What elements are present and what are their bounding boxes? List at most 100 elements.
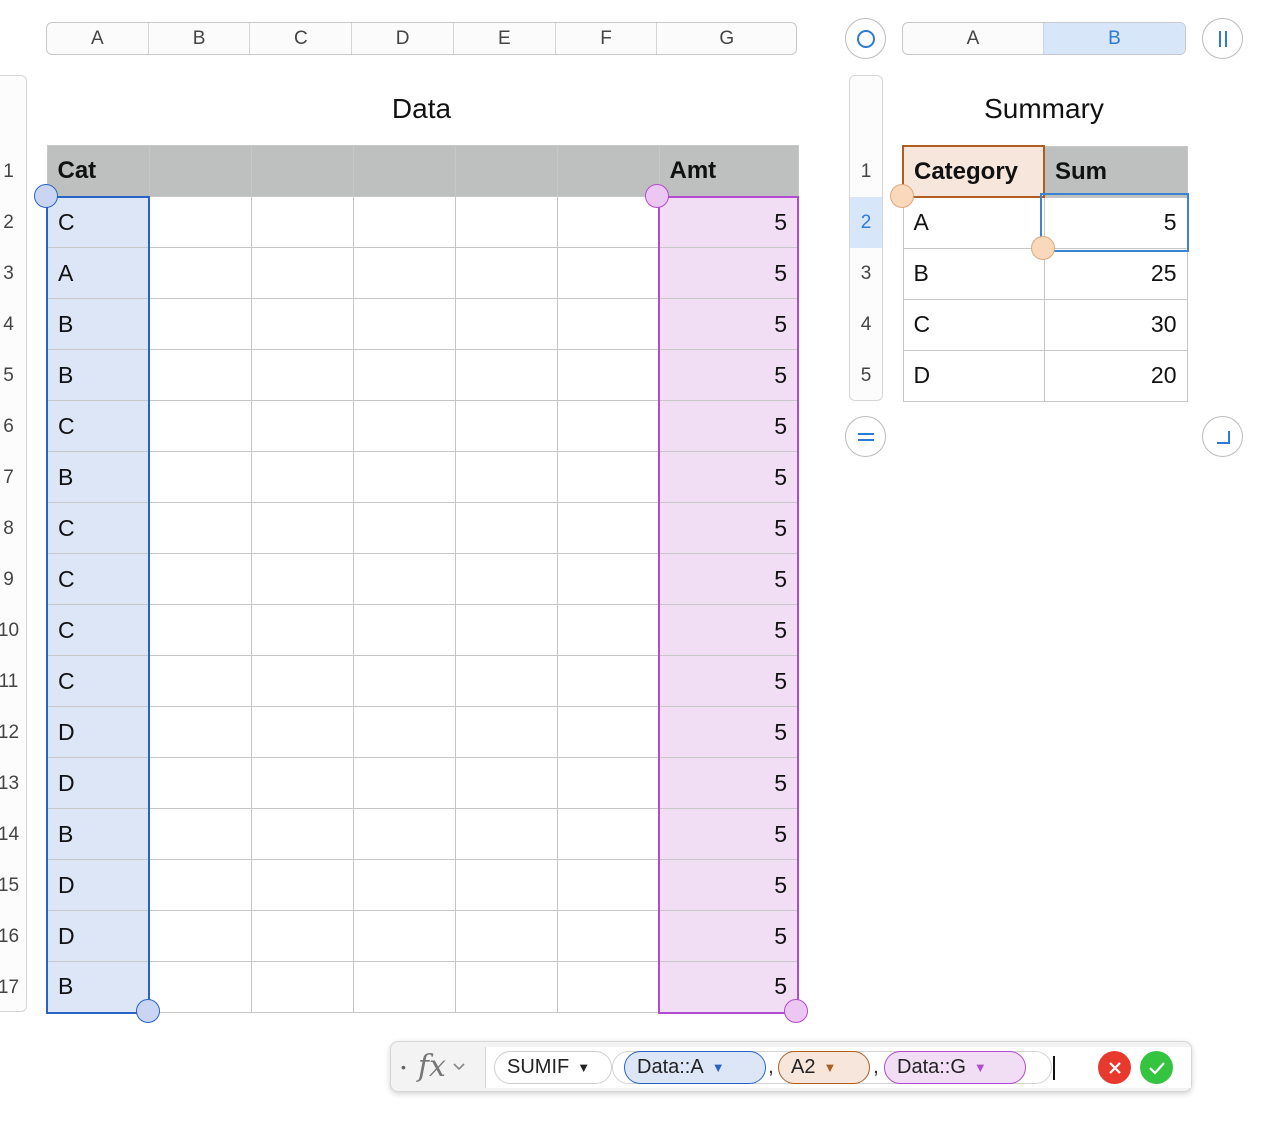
table-cell[interactable] xyxy=(352,757,456,809)
data-row-header-8[interactable]: 8 xyxy=(0,503,26,554)
summary-row-header-1[interactable]: 1 xyxy=(850,146,882,197)
referenced-cell-a2[interactable]: Category xyxy=(902,145,1045,198)
data-column-header-a[interactable]: A xyxy=(47,23,149,54)
table-cell[interactable] xyxy=(148,859,252,911)
add-rows-handle[interactable] xyxy=(845,416,886,457)
table-cell[interactable] xyxy=(250,247,354,299)
table-cell[interactable]: 20 xyxy=(1043,349,1188,402)
table-cell[interactable]: 5 xyxy=(658,502,799,554)
table-cell[interactable]: 5 xyxy=(658,298,799,350)
select-table-button[interactable] xyxy=(845,18,886,59)
table-cell[interactable] xyxy=(352,196,456,248)
table-cell[interactable] xyxy=(352,859,456,911)
table-cell[interactable] xyxy=(556,196,660,248)
table-cell[interactable]: C xyxy=(46,655,150,707)
table-cell[interactable] xyxy=(148,604,252,656)
table-cell[interactable] xyxy=(556,553,660,605)
table-cell[interactable] xyxy=(454,247,558,299)
table-cell[interactable] xyxy=(454,553,558,605)
table-cell[interactable]: B xyxy=(46,808,150,860)
table-cell[interactable] xyxy=(556,604,660,656)
table-cell[interactable] xyxy=(148,196,252,248)
table-cell[interactable] xyxy=(250,349,354,401)
table-cell[interactable] xyxy=(148,910,252,962)
header-cell[interactable] xyxy=(352,145,456,197)
table-cell[interactable] xyxy=(352,451,456,503)
table-cell[interactable] xyxy=(556,655,660,707)
table-cell[interactable] xyxy=(454,910,558,962)
table-cell[interactable]: C xyxy=(46,195,150,248)
summary-row-header-4[interactable]: 4 xyxy=(850,299,882,350)
accept-formula-button[interactable] xyxy=(1140,1051,1173,1084)
table-cell[interactable] xyxy=(352,910,456,962)
table-cell[interactable] xyxy=(352,349,456,401)
summary-row-header-5[interactable]: 5 xyxy=(850,350,882,401)
table-cell[interactable]: 5 xyxy=(658,910,799,962)
data-row-header-11[interactable]: 11 xyxy=(0,656,26,707)
data-row-header-16[interactable]: 16 xyxy=(0,911,26,962)
data-row-header-15[interactable]: 15 xyxy=(0,860,26,911)
table-cell[interactable] xyxy=(250,808,354,860)
table-cell[interactable] xyxy=(250,604,354,656)
data-row-header-6[interactable]: 6 xyxy=(0,401,26,452)
data-row-header-7[interactable]: 7 xyxy=(0,452,26,503)
data-row-header-17[interactable]: 17 xyxy=(0,962,26,1013)
table-cell[interactable]: C xyxy=(46,502,150,554)
table-cell[interactable]: A xyxy=(902,196,1045,249)
table-cell[interactable]: B xyxy=(46,298,150,350)
table-cell[interactable] xyxy=(556,298,660,350)
table-cell[interactable] xyxy=(454,451,558,503)
data-column-header-c[interactable]: C xyxy=(250,23,353,54)
table-cell[interactable]: 5 xyxy=(658,859,799,911)
table-cell[interactable] xyxy=(148,298,252,350)
table-cell[interactable]: D xyxy=(46,859,150,911)
table-cell[interactable] xyxy=(556,859,660,911)
data-column-header-g[interactable]: G xyxy=(657,23,796,54)
table-cell[interactable]: 5 xyxy=(658,349,799,401)
range-handle-bottom-blue[interactable] xyxy=(136,999,160,1023)
table-cell[interactable] xyxy=(454,298,558,350)
table-cell[interactable] xyxy=(454,196,558,248)
data-row-header-4[interactable]: 4 xyxy=(0,299,26,350)
table-cell[interactable] xyxy=(250,553,354,605)
header-cell[interactable]: Cat xyxy=(46,145,150,197)
table-cell[interactable] xyxy=(352,502,456,554)
table-cell[interactable] xyxy=(250,859,354,911)
table-cell[interactable]: D xyxy=(46,757,150,809)
table-cell[interactable]: 5 xyxy=(658,808,799,860)
table-cell[interactable] xyxy=(454,808,558,860)
table-cell[interactable] xyxy=(454,604,558,656)
table-cell[interactable] xyxy=(454,655,558,707)
table-cell[interactable] xyxy=(352,706,456,758)
range-handle-bottom-purple[interactable] xyxy=(784,999,808,1023)
header-cell[interactable]: Sum xyxy=(1043,145,1188,198)
arg-token-range-a[interactable]: Data::A ▼ xyxy=(624,1051,766,1084)
cancel-formula-button[interactable] xyxy=(1098,1051,1131,1084)
table-cell[interactable] xyxy=(556,247,660,299)
table-cell[interactable]: B xyxy=(46,451,150,503)
table-cell[interactable] xyxy=(556,961,660,1013)
header-cell[interactable] xyxy=(148,145,252,197)
table-cell[interactable] xyxy=(454,859,558,911)
table-cell[interactable] xyxy=(250,298,354,350)
table-cell[interactable]: D xyxy=(902,349,1045,402)
table-cell[interactable] xyxy=(454,349,558,401)
table-cell[interactable] xyxy=(454,400,558,452)
table-cell[interactable]: B xyxy=(46,961,150,1014)
table-cell[interactable] xyxy=(148,655,252,707)
table-cell[interactable] xyxy=(454,706,558,758)
table-cell[interactable] xyxy=(454,757,558,809)
table-cell[interactable]: 5 xyxy=(658,400,799,452)
table-cell[interactable]: 5 xyxy=(658,706,799,758)
table-cell[interactable] xyxy=(250,502,354,554)
table-cell[interactable] xyxy=(352,655,456,707)
table-cell[interactable] xyxy=(148,502,252,554)
table-cell[interactable] xyxy=(556,502,660,554)
header-cell[interactable] xyxy=(250,145,354,197)
table-cell[interactable] xyxy=(148,553,252,605)
table-cell[interactable] xyxy=(250,400,354,452)
arg-token-cell-a2[interactable]: A2 ▼ xyxy=(778,1051,870,1084)
table-cell[interactable]: 5 xyxy=(658,247,799,299)
table-cell[interactable] xyxy=(250,451,354,503)
table-cell[interactable]: 30 xyxy=(1043,298,1188,351)
